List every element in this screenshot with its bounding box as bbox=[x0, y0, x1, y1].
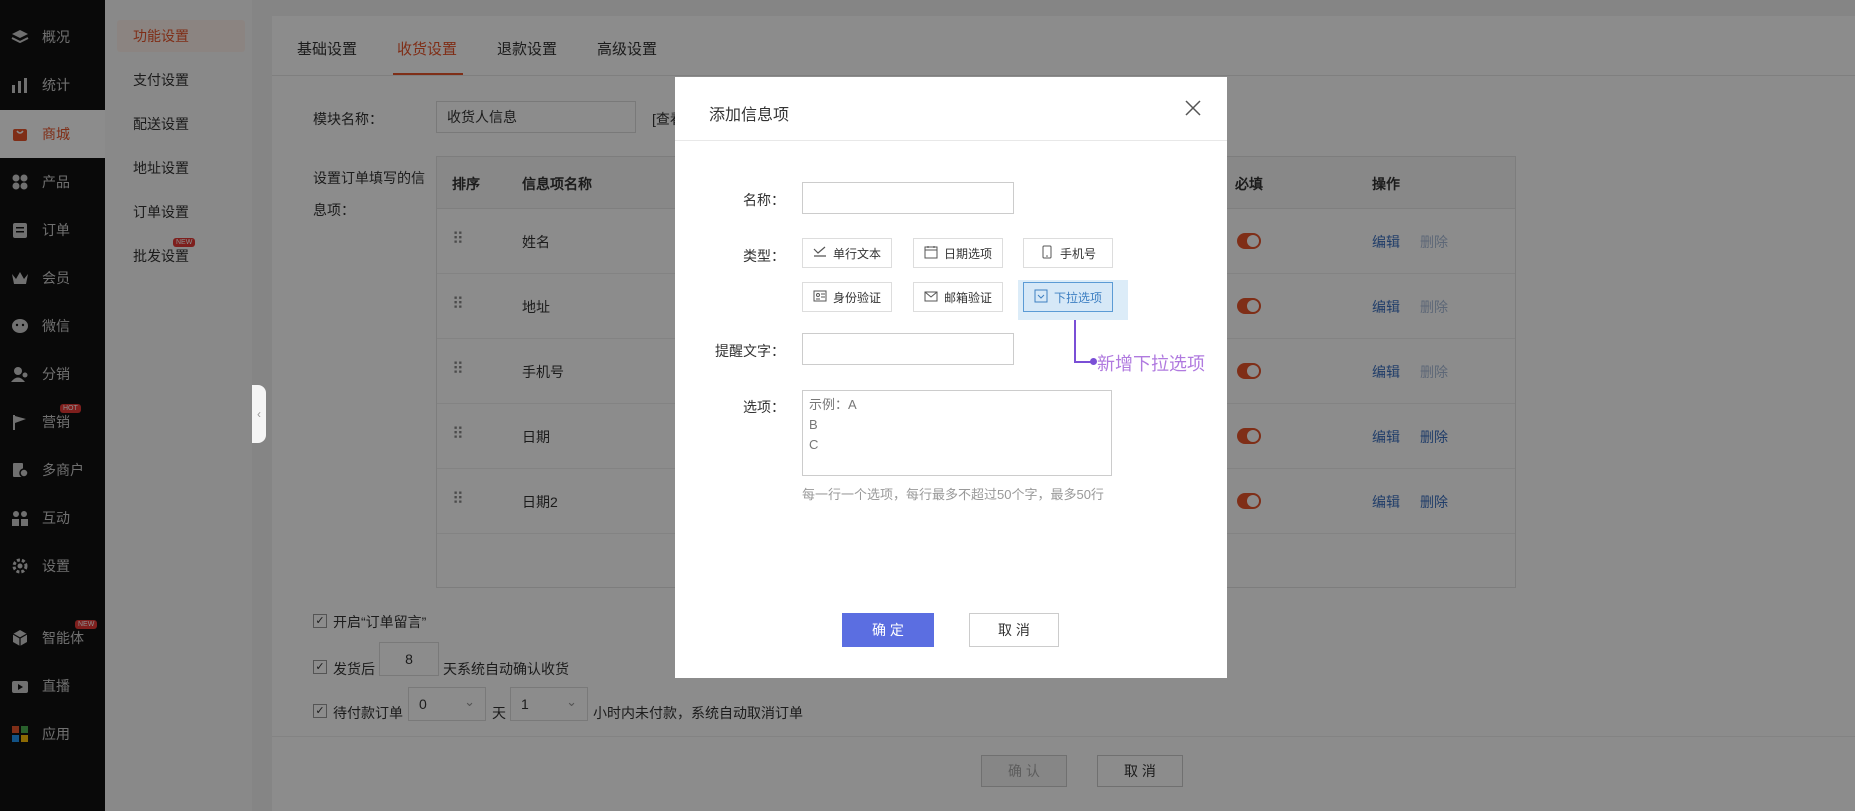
type-email-verify-button[interactable]: 邮箱验证 bbox=[913, 282, 1003, 312]
phone-icon bbox=[1040, 245, 1054, 262]
type-single-line-button[interactable]: 单行文本 bbox=[802, 238, 892, 268]
calendar-icon bbox=[924, 245, 938, 262]
collapse-sidebar-icon[interactable]: ‹ bbox=[252, 385, 266, 443]
tip-text-label: 提醒文字： bbox=[715, 343, 785, 359]
annotation-text: 新增下拉选项 bbox=[1097, 354, 1205, 374]
type-label-text: 手机号 bbox=[1059, 246, 1096, 261]
options-hint: 每一行一个选项，每行最多不超过50个字，最多50行 bbox=[802, 487, 1104, 502]
annotation-dot bbox=[1090, 358, 1097, 365]
mail-icon bbox=[924, 289, 938, 306]
add-info-item-dialog: 添加信息项 名称： 类型： 单行文本 日期选项 手机号 身份验证 邮箱验证 下拉… bbox=[675, 77, 1227, 678]
name-input[interactable] bbox=[802, 182, 1014, 214]
type-label-text: 单行文本 bbox=[832, 246, 881, 261]
type-label-text: 身份验证 bbox=[832, 290, 881, 305]
type-label-text: 邮箱验证 bbox=[943, 290, 992, 305]
text-line-icon bbox=[813, 245, 827, 262]
type-label-text: 日期选项 bbox=[943, 246, 992, 261]
id-card-icon bbox=[813, 289, 827, 306]
type-label-text: 下拉选项 bbox=[1053, 290, 1102, 305]
type-date-button[interactable]: 日期选项 bbox=[913, 238, 1003, 268]
dialog-cancel-button[interactable]: 取 消 bbox=[969, 613, 1059, 647]
annotation-line bbox=[1074, 320, 1076, 362]
name-label: 名称： bbox=[743, 192, 785, 208]
type-id-verify-button[interactable]: 身份验证 bbox=[802, 282, 892, 312]
close-icon[interactable] bbox=[1180, 95, 1206, 121]
type-label: 类型： bbox=[743, 248, 785, 264]
dialog-title: 添加信息项 bbox=[709, 107, 790, 124]
tip-text-input[interactable] bbox=[802, 333, 1014, 365]
dialog-ok-button[interactable]: 确 定 bbox=[842, 613, 934, 647]
type-dropdown-button[interactable]: 下拉选项 bbox=[1023, 282, 1113, 312]
dialog-header: 添加信息项 bbox=[675, 77, 1227, 141]
options-label: 选项： bbox=[743, 399, 785, 415]
type-phone-button[interactable]: 手机号 bbox=[1023, 238, 1113, 268]
dropdown-icon bbox=[1034, 289, 1048, 306]
options-textarea[interactable]: 示例：A B C bbox=[802, 390, 1112, 476]
